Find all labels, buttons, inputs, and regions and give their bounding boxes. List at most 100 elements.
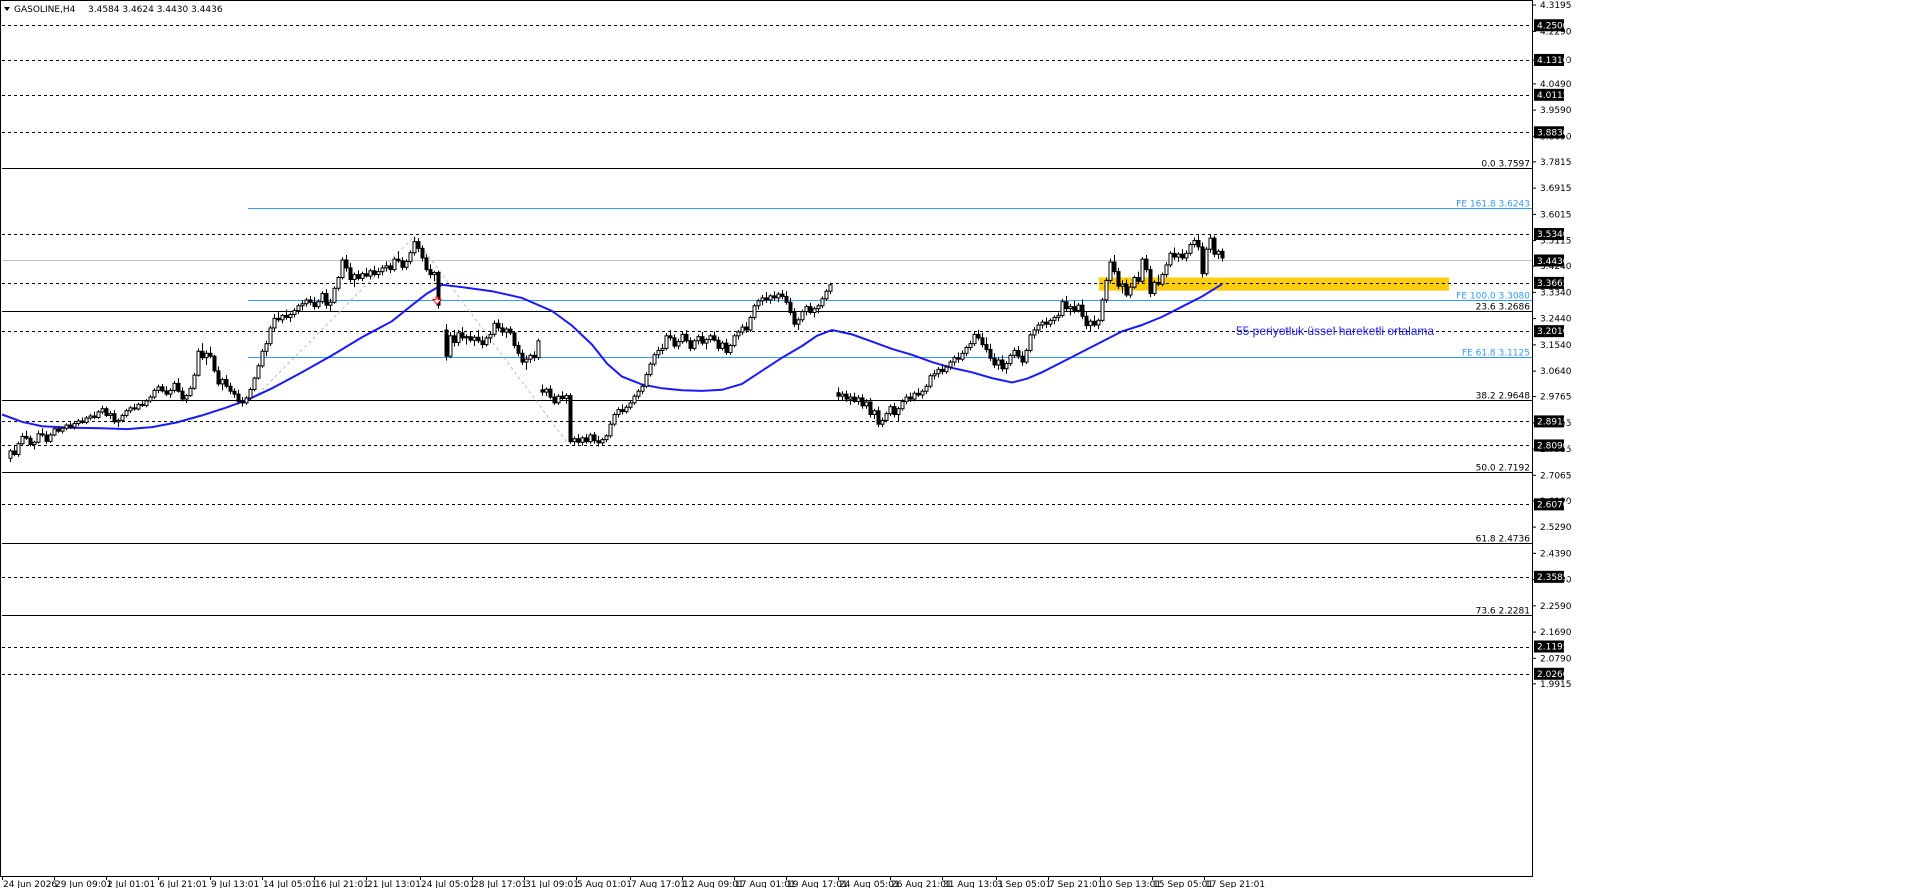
candle-body xyxy=(280,314,285,321)
candle-body xyxy=(560,395,565,400)
candle-body xyxy=(12,450,17,455)
candle-body xyxy=(712,335,717,341)
candle-body xyxy=(884,413,889,421)
candle-body xyxy=(68,424,73,428)
candle-body xyxy=(1060,301,1065,316)
candle-body xyxy=(132,407,137,410)
candle-body xyxy=(796,319,801,325)
time-tick-label: 29 Jun 09:01 xyxy=(55,880,112,888)
candle-body xyxy=(740,326,745,333)
candle-body xyxy=(1208,237,1213,250)
candle-body xyxy=(984,344,989,351)
time-tick-label: 24 Jun 2026 xyxy=(3,880,57,888)
candle-body xyxy=(348,267,353,281)
candle-body xyxy=(724,342,729,353)
candle-body xyxy=(920,390,925,396)
candle-body xyxy=(1144,258,1149,271)
candle-body xyxy=(420,247,425,259)
fib-level-label: 23.6 3.2686 xyxy=(1476,303,1531,313)
candle-body xyxy=(1156,281,1161,285)
time-tick-label: 3 Sep 05:01 xyxy=(997,880,1051,888)
candle-body xyxy=(1136,276,1141,282)
candle-body xyxy=(840,393,845,397)
price-tick-label: 3.1540 xyxy=(1540,341,1572,351)
candle-body xyxy=(788,301,793,313)
candle-body xyxy=(8,450,13,459)
price-tick-label: 4.3195 xyxy=(1540,1,1572,11)
candle-body xyxy=(264,343,269,352)
candle-body xyxy=(1216,250,1221,255)
candle-body xyxy=(584,437,589,443)
candle-body xyxy=(620,409,625,413)
candle-body xyxy=(1052,316,1057,321)
candle-body xyxy=(120,414,125,421)
candle-body xyxy=(868,401,873,416)
time-tick-label: 31 Aug 13:01 xyxy=(943,880,1004,888)
candle-body xyxy=(896,408,901,416)
fib-level-label: 38.2 2.9648 xyxy=(1476,392,1531,402)
candle-body xyxy=(236,393,241,402)
candle-body xyxy=(228,385,233,392)
candle-body xyxy=(96,411,101,418)
candle-body xyxy=(572,438,577,443)
candle-body xyxy=(900,400,905,410)
candle-body xyxy=(412,241,417,254)
price-tick-label: 3.0640 xyxy=(1540,367,1572,377)
price-tick-label: 3.2440 xyxy=(1540,315,1572,325)
candle-body xyxy=(384,265,389,269)
candle-body xyxy=(136,403,141,410)
candle-body xyxy=(48,434,53,442)
candle-body xyxy=(128,407,133,412)
candle-body xyxy=(144,400,149,407)
candle-body xyxy=(192,374,197,389)
candle-body xyxy=(16,443,21,455)
candle-body xyxy=(1140,258,1145,282)
fib-level-label: 61.8 2.4736 xyxy=(1476,535,1531,545)
candle-body xyxy=(836,392,841,397)
fe-level-label: FE 161.8 3.6243 xyxy=(1456,200,1530,210)
candle-body xyxy=(540,389,545,393)
candle-body xyxy=(1084,315,1089,327)
candle-body xyxy=(1104,279,1109,301)
candle-body xyxy=(1220,250,1225,259)
candle-body xyxy=(972,333,977,345)
candle-body xyxy=(140,403,145,407)
candle-body xyxy=(968,343,973,348)
candle-body xyxy=(148,396,153,402)
candle-body xyxy=(172,382,177,391)
candle-body xyxy=(1080,304,1085,317)
candle-body xyxy=(1092,320,1097,326)
candle-body xyxy=(112,413,117,423)
candle-body xyxy=(1040,321,1045,326)
price-tick-label: 2.4390 xyxy=(1540,549,1572,559)
candle-body xyxy=(1204,248,1209,275)
key-level-price-label: 2.8090 xyxy=(1537,441,1569,451)
price-chart[interactable]: 0.0 3.7597 23.6 3.2686 38.2 2.9648 50.0 2.7… xyxy=(0,0,1916,888)
candle-body xyxy=(648,363,653,376)
candle-body xyxy=(668,335,673,339)
candle-body xyxy=(1148,269,1153,295)
candle-body xyxy=(480,340,485,346)
candle-body xyxy=(428,269,433,276)
candle-body xyxy=(784,295,789,303)
candle-body xyxy=(204,352,209,359)
candle-body xyxy=(152,389,157,398)
candle-body xyxy=(452,335,457,344)
candle-body xyxy=(1048,319,1053,325)
candle-body xyxy=(208,352,213,357)
fib-level-label: 50.0 2.7192 xyxy=(1476,464,1530,474)
candle-body xyxy=(284,314,289,318)
candle-body xyxy=(408,252,413,262)
candle-body xyxy=(1068,306,1073,310)
candle-body xyxy=(612,414,617,425)
current-price-label: 3.4436 xyxy=(1537,257,1569,267)
candle-body xyxy=(84,417,89,423)
candle-body xyxy=(300,303,305,307)
candle-body xyxy=(220,379,225,385)
candle-body xyxy=(596,440,601,444)
candle-body xyxy=(320,293,325,303)
candle-body xyxy=(1072,306,1077,311)
candle-body xyxy=(188,387,193,397)
candle-body xyxy=(316,301,321,308)
candle-body xyxy=(456,332,461,344)
